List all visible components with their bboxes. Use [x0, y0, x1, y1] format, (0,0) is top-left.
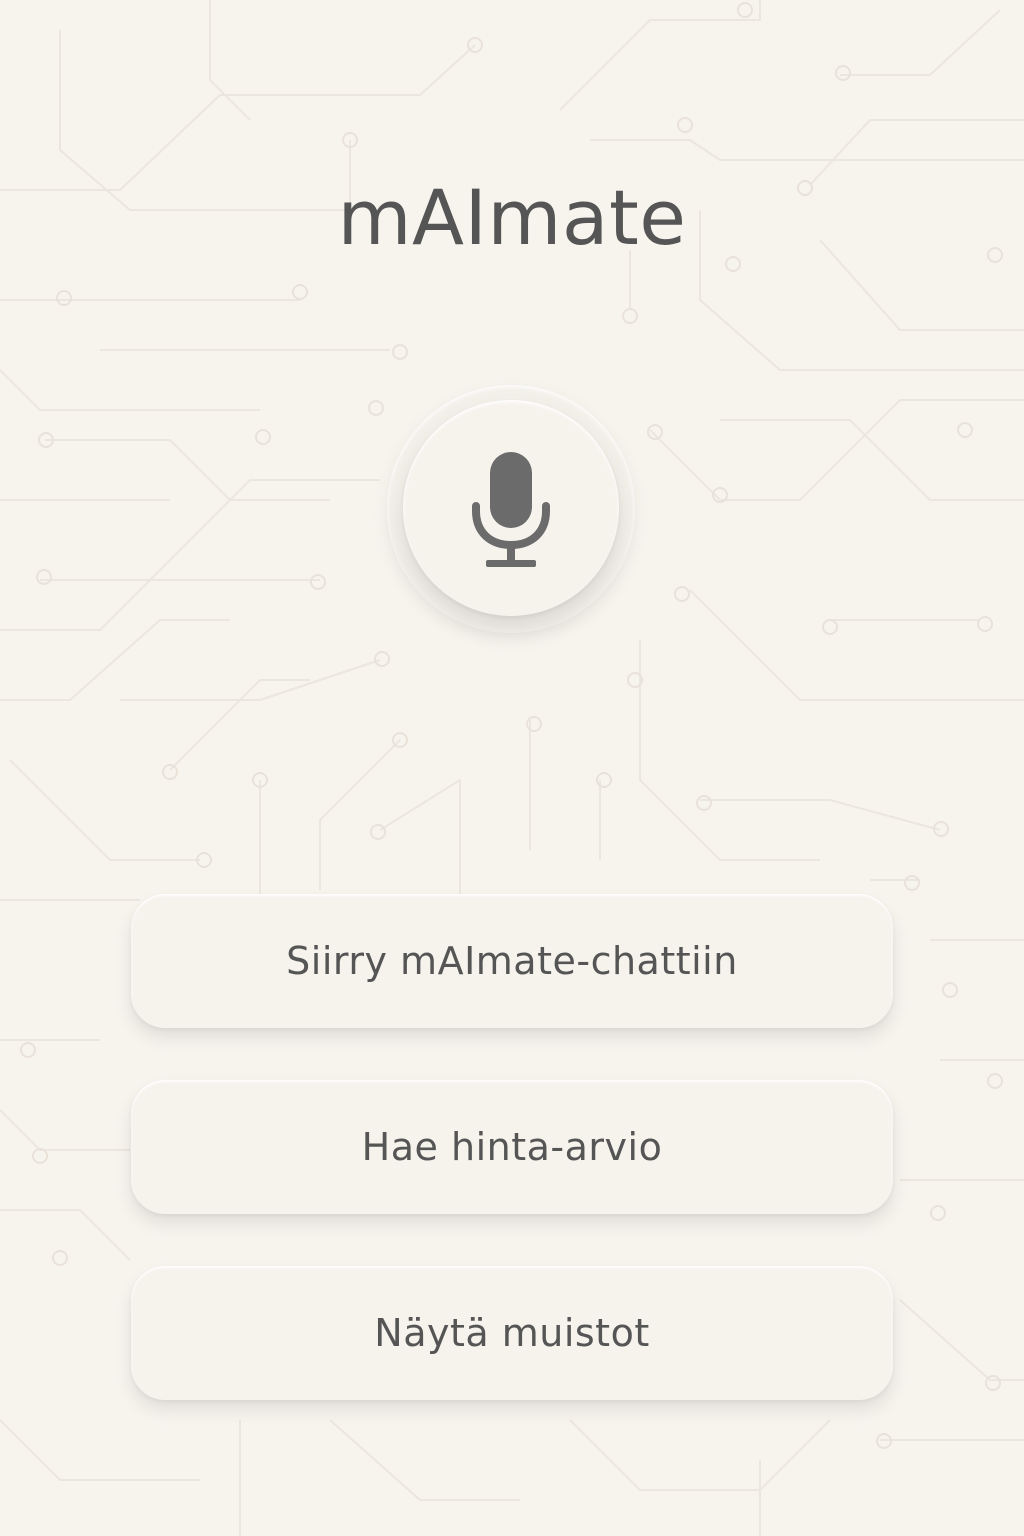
get-price-estimate-button[interactable]: Hae hinta-arvio: [131, 1080, 893, 1214]
microphone-button[interactable]: [403, 400, 619, 616]
home-screen: mAImate Siirry mAImate-chattiin Hae hint…: [0, 0, 1024, 1536]
app-title: mAImate: [337, 173, 687, 262]
microphone-icon: [472, 452, 550, 567]
show-memories-button[interactable]: Näytä muistot: [131, 1266, 893, 1400]
go-to-chat-button[interactable]: Siirry mAImate-chattiin: [131, 894, 893, 1028]
